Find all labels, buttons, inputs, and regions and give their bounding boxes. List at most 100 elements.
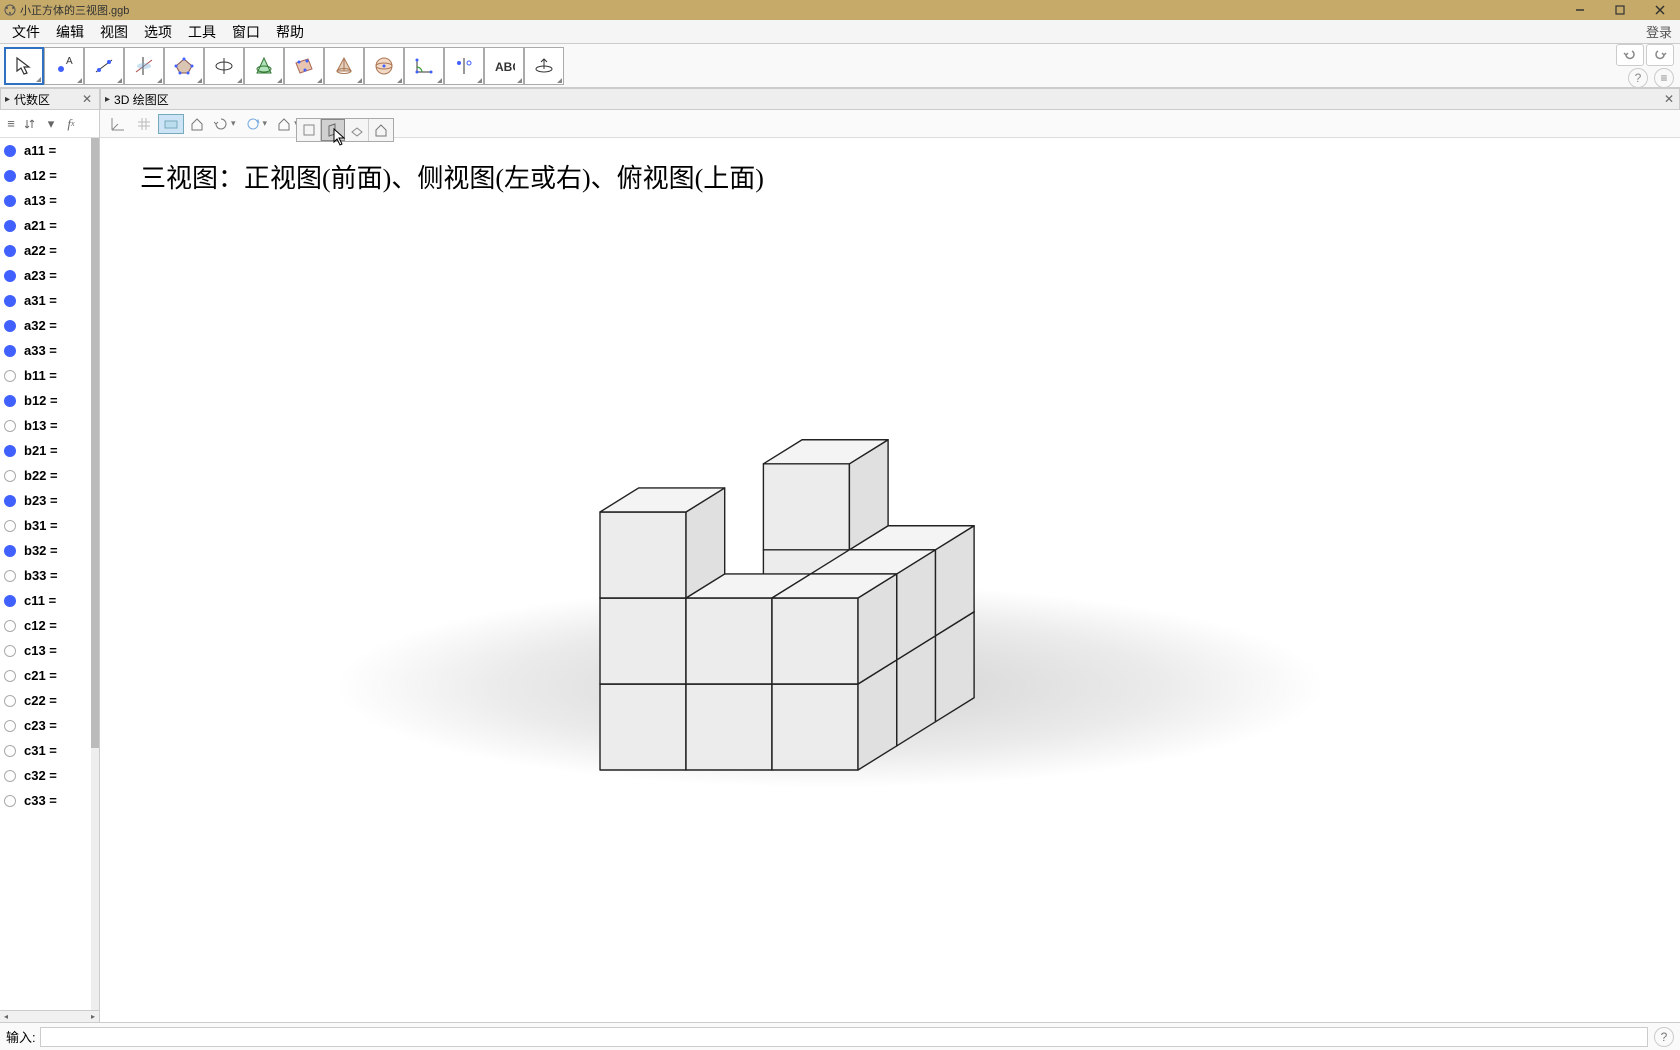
visibility-toggle-icon[interactable] <box>4 295 16 307</box>
algebra-item[interactable]: a32 = <box>0 313 99 338</box>
algebra-hscrollbar[interactable]: ◂▸ <box>0 1010 99 1022</box>
visibility-toggle-icon[interactable] <box>4 470 16 482</box>
algebra-menu-icon[interactable]: ≡ <box>2 115 20 133</box>
algebra-item[interactable]: b13 = <box>0 413 99 438</box>
algebra-fx-icon[interactable]: fx <box>62 115 80 133</box>
algebra-vscrollbar[interactable] <box>91 138 99 1010</box>
algebra-item[interactable]: a31 = <box>0 288 99 313</box>
algebra-item[interactable]: a21 = <box>0 213 99 238</box>
menu-options[interactable]: 选项 <box>136 20 180 44</box>
algebra-item[interactable]: c23 = <box>0 713 99 738</box>
visibility-toggle-icon[interactable] <box>4 420 16 432</box>
visibility-toggle-icon[interactable] <box>4 670 16 682</box>
visibility-toggle-icon[interactable] <box>4 745 16 757</box>
algebra-item[interactable]: c13 = <box>0 638 99 663</box>
visibility-toggle-icon[interactable] <box>4 345 16 357</box>
visibility-toggle-icon[interactable] <box>4 170 16 182</box>
algebra-item[interactable]: c33 = <box>0 788 99 813</box>
algebra-item[interactable]: a33 = <box>0 338 99 363</box>
visibility-toggle-icon[interactable] <box>4 445 16 457</box>
close-button[interactable] <box>1640 0 1680 20</box>
visibility-toggle-icon[interactable] <box>4 395 16 407</box>
algebra-dropdown-icon[interactable]: ▾ <box>42 115 60 133</box>
algebra-item-label: a11 = <box>24 143 56 158</box>
menu-edit[interactable]: 编辑 <box>48 20 92 44</box>
undo-button[interactable] <box>1616 44 1644 66</box>
algebra-item[interactable]: b22 = <box>0 463 99 488</box>
algebra-item[interactable]: b31 = <box>0 513 99 538</box>
tool-reflect[interactable] <box>444 47 484 85</box>
menu-icon[interactable]: ≡ <box>1654 68 1674 88</box>
algebra-item[interactable]: a22 = <box>0 238 99 263</box>
algebra-item[interactable]: b11 = <box>0 363 99 388</box>
algebra-sort-icon[interactable] <box>22 115 40 133</box>
visibility-toggle-icon[interactable] <box>4 520 16 532</box>
tool-point[interactable]: A <box>44 47 84 85</box>
algebra-item[interactable]: b23 = <box>0 488 99 513</box>
visibility-toggle-icon[interactable] <box>4 695 16 707</box>
algebra-item[interactable]: c21 = <box>0 663 99 688</box>
algebra-item[interactable]: c12 = <box>0 613 99 638</box>
menu-help[interactable]: 帮助 <box>268 20 312 44</box>
algebra-item-label: c12 = <box>24 618 57 633</box>
algebra-item[interactable]: c31 = <box>0 738 99 763</box>
visibility-toggle-icon[interactable] <box>4 195 16 207</box>
algebra-item[interactable]: b21 = <box>0 438 99 463</box>
visibility-toggle-icon[interactable] <box>4 770 16 782</box>
visibility-toggle-icon[interactable] <box>4 220 16 232</box>
view3d-collapse-icon[interactable]: ▸ <box>105 94 110 105</box>
visibility-toggle-icon[interactable] <box>4 620 16 632</box>
algebra-item[interactable]: a23 = <box>0 263 99 288</box>
tool-angle[interactable] <box>404 47 444 85</box>
menu-window[interactable]: 窗口 <box>224 20 268 44</box>
algebra-item[interactable]: b12 = <box>0 388 99 413</box>
visibility-toggle-icon[interactable] <box>4 645 16 657</box>
command-input[interactable] <box>40 1027 1648 1047</box>
menu-file[interactable]: 文件 <box>4 20 48 44</box>
tool-text[interactable]: ABC <box>484 47 524 85</box>
help-icon[interactable]: ? <box>1628 68 1648 88</box>
algebra-item[interactable]: b33 = <box>0 563 99 588</box>
algebra-item[interactable]: c11 = <box>0 588 99 613</box>
visibility-toggle-icon[interactable] <box>4 595 16 607</box>
algebra-item-label: a23 = <box>24 268 57 283</box>
algebra-list[interactable]: a11 = a12 =a13 =a21 =a22 = a23 = a31 =a32 =… <box>0 138 99 1010</box>
tool-sphere[interactable] <box>364 47 404 85</box>
tool-intersect-curve[interactable] <box>244 47 284 85</box>
menu-tools[interactable]: 工具 <box>180 20 224 44</box>
view3d-close-button[interactable]: ✕ <box>1661 91 1677 107</box>
visibility-toggle-icon[interactable] <box>4 720 16 732</box>
tool-plane[interactable] <box>284 47 324 85</box>
visibility-toggle-icon[interactable] <box>4 570 16 582</box>
tool-polygon[interactable] <box>164 47 204 85</box>
visibility-toggle-icon[interactable] <box>4 370 16 382</box>
visibility-toggle-icon[interactable] <box>4 245 16 257</box>
3d-scene[interactable] <box>100 110 1680 1010</box>
tool-circle[interactable] <box>204 47 244 85</box>
algebra-item[interactable]: a13 = <box>0 188 99 213</box>
menu-view[interactable]: 视图 <box>92 20 136 44</box>
algebra-item[interactable]: c22 = <box>0 688 99 713</box>
tool-perpendicular[interactable] <box>124 47 164 85</box>
visibility-toggle-icon[interactable] <box>4 270 16 282</box>
input-help-icon[interactable]: ? <box>1654 1027 1674 1047</box>
algebra-item[interactable]: a12 = <box>0 163 99 188</box>
tool-rotate-view[interactable] <box>524 47 564 85</box>
algebra-item[interactable]: b32 = <box>0 538 99 563</box>
tool-move[interactable] <box>4 47 44 85</box>
algebra-close-button[interactable]: ✕ <box>79 91 95 107</box>
algebra-item[interactable]: c32 = <box>0 763 99 788</box>
tool-pyramid[interactable] <box>324 47 364 85</box>
maximize-button[interactable] <box>1600 0 1640 20</box>
visibility-toggle-icon[interactable] <box>4 545 16 557</box>
visibility-toggle-icon[interactable] <box>4 795 16 807</box>
visibility-toggle-icon[interactable] <box>4 145 16 157</box>
minimize-button[interactable] <box>1560 0 1600 20</box>
algebra-item[interactable]: a11 = <box>0 138 99 163</box>
tool-line[interactable] <box>84 47 124 85</box>
redo-button[interactable] <box>1646 44 1674 66</box>
algebra-collapse-icon[interactable]: ▸ <box>5 94 10 105</box>
login-link[interactable]: 登录 <box>1646 22 1672 41</box>
visibility-toggle-icon[interactable] <box>4 495 16 507</box>
visibility-toggle-icon[interactable] <box>4 320 16 332</box>
